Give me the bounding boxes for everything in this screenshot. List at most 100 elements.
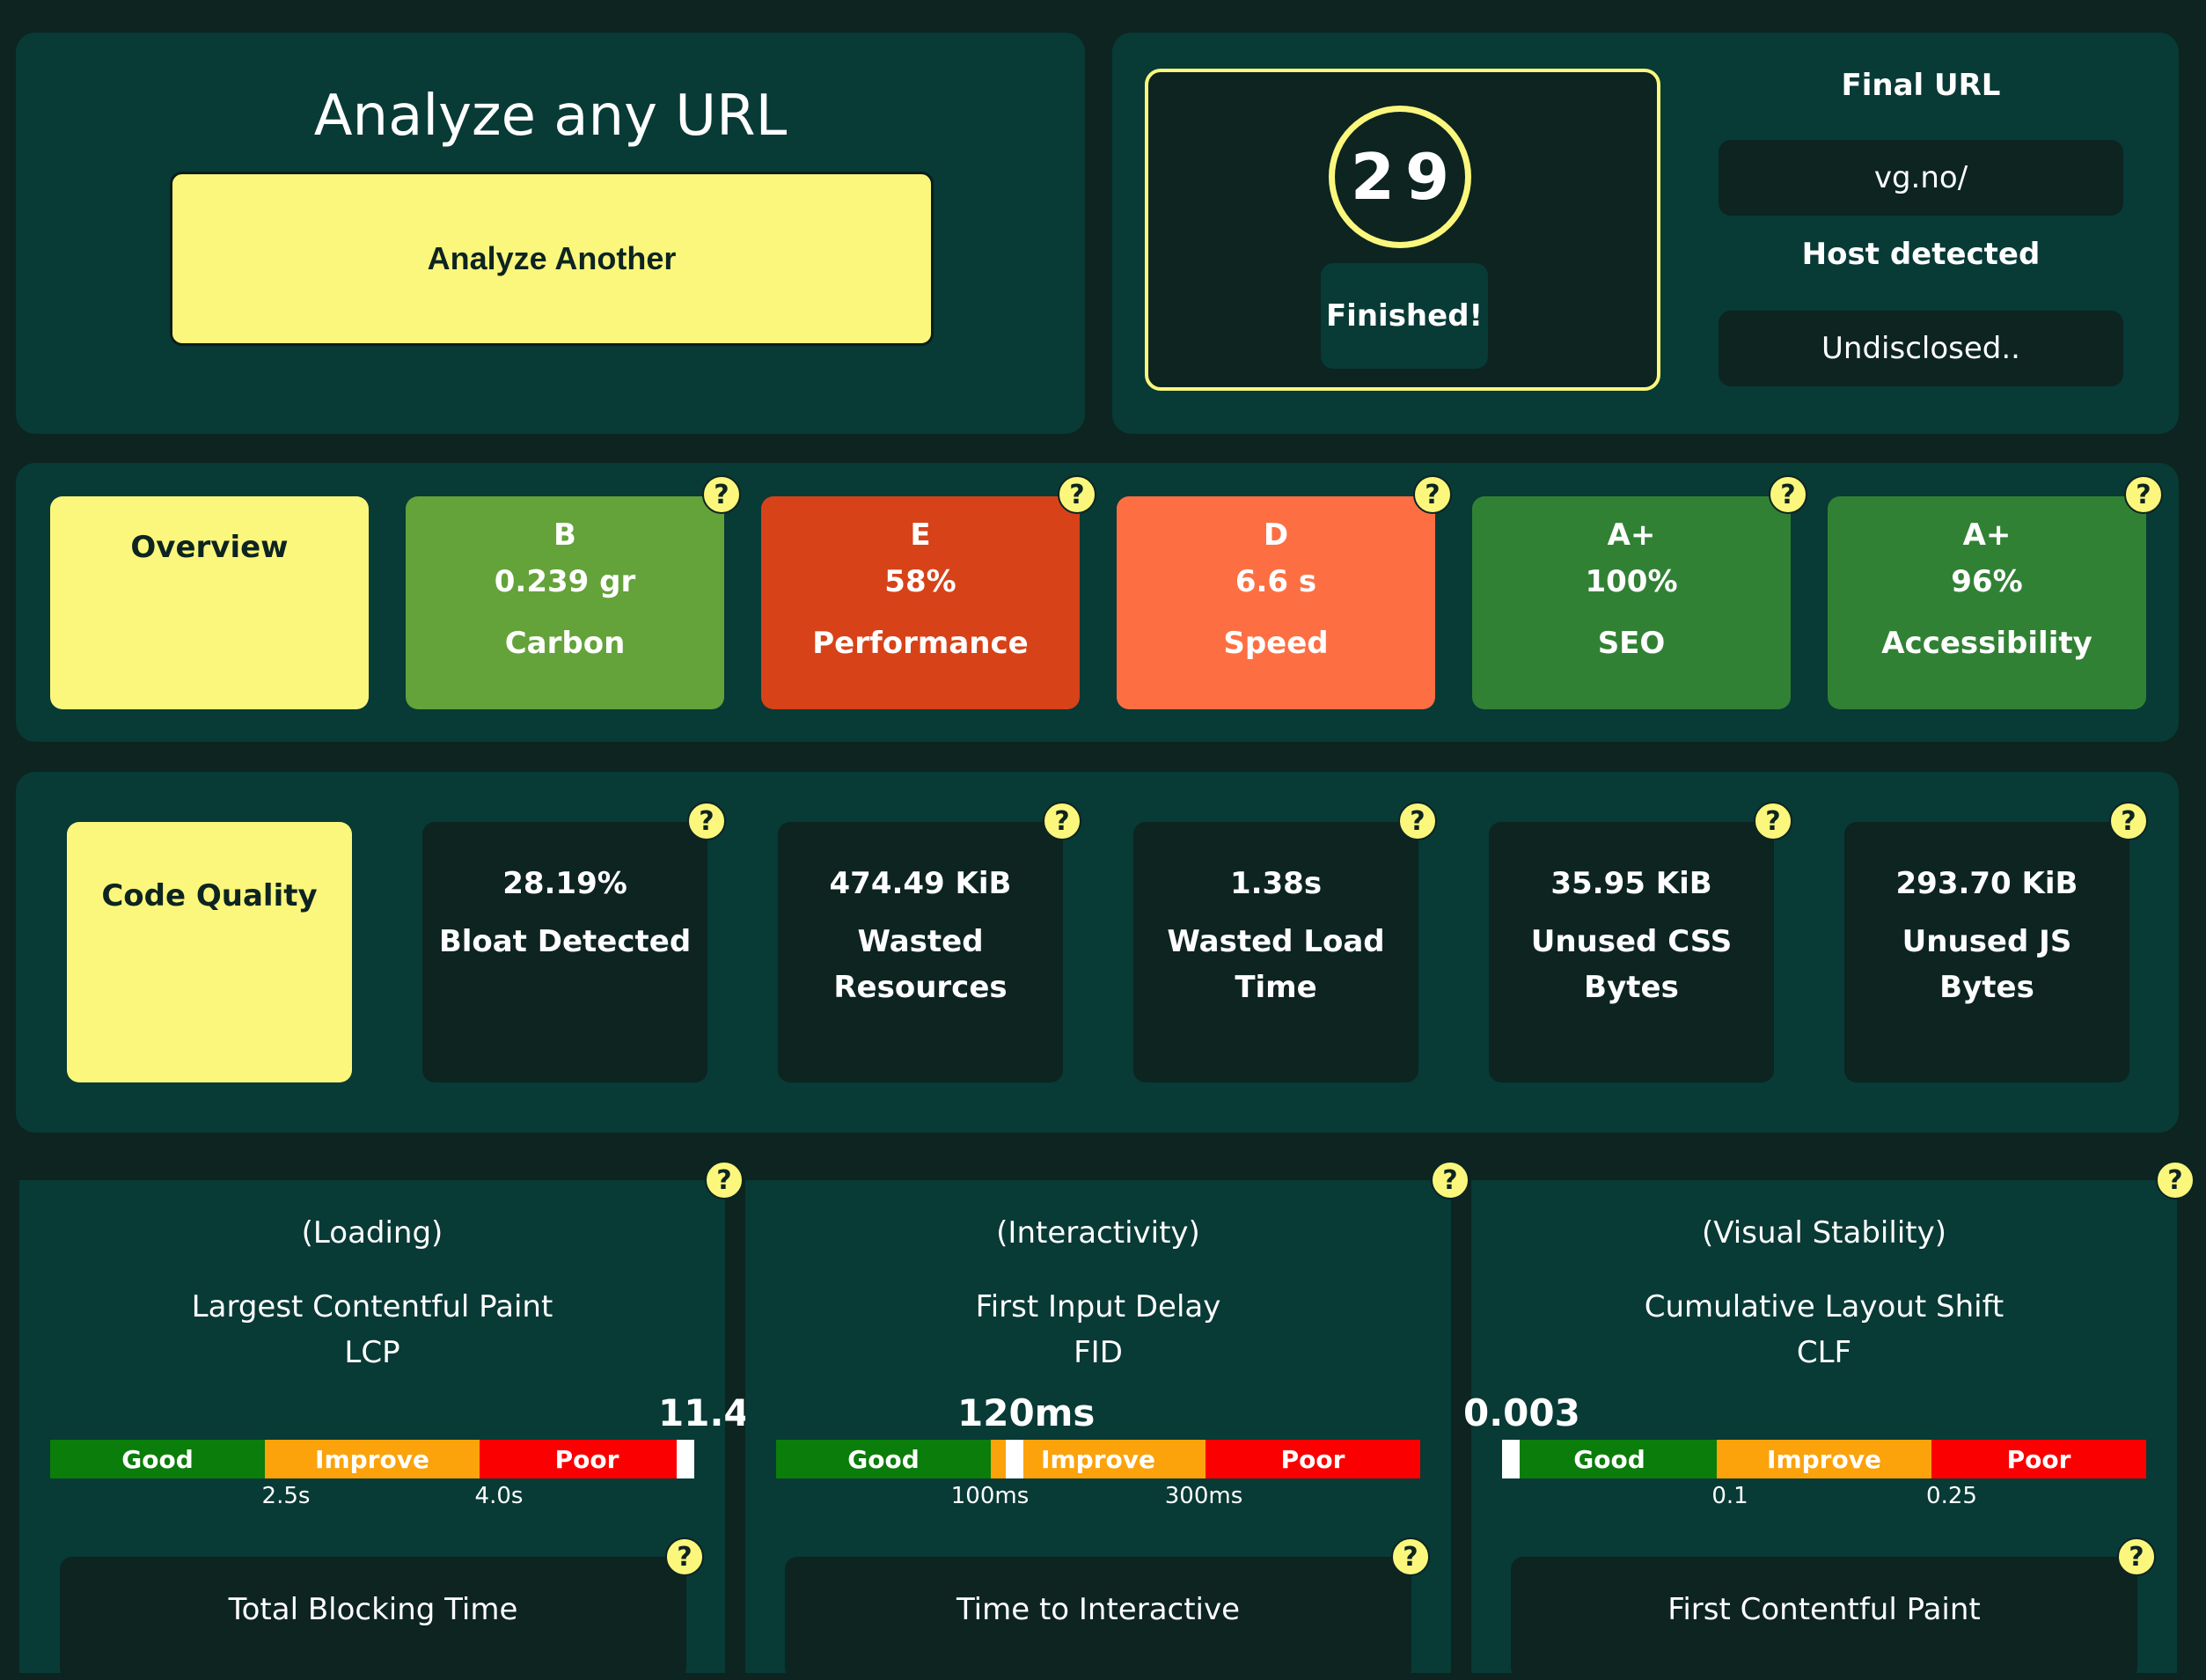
wasted-resources-value: 474.49 KiB: [829, 866, 1012, 901]
carbon-card[interactable]: B 0.239 gr Carbon: [406, 496, 724, 709]
analyze-another-button[interactable]: Analyze Another: [170, 172, 934, 346]
cls-tick-2: 0.25: [1926, 1483, 1977, 1509]
accessibility-label: Accessibility: [1881, 626, 2092, 661]
unused-css-label: Unused CSS Bytes: [1530, 924, 1733, 1005]
fid-marker: [1005, 1440, 1023, 1478]
seo-card[interactable]: A+ 100% SEO: [1472, 496, 1791, 709]
code-quality-card[interactable]: Code Quality: [67, 822, 352, 1082]
speed-label: Speed: [1223, 626, 1329, 661]
fid-scale-bar: Good Improve Poor: [776, 1440, 1420, 1478]
cls-marker: [1502, 1440, 1520, 1478]
help-icon[interactable]: ?: [665, 1537, 704, 1576]
scale-improve: Improve: [265, 1440, 480, 1478]
seo-label: SEO: [1597, 626, 1666, 661]
unused-js-label: Unused JS Bytes: [1902, 924, 2072, 1005]
lcp-tick-1: 2.5s: [261, 1483, 311, 1509]
cls-category: (Visual Stability): [1702, 1215, 1946, 1251]
scale-good: Good: [50, 1440, 265, 1478]
lcp-category: (Loading): [301, 1215, 443, 1251]
fid-category: (Interactivity): [996, 1215, 1200, 1251]
accessibility-card[interactable]: A+ 96% Accessibility: [1828, 496, 2146, 709]
cls-abbr: CLF: [1796, 1335, 1852, 1370]
fid-panel: (Interactivity) First Input Delay FID 12…: [745, 1180, 1451, 1680]
seo-value: 100%: [1585, 564, 1678, 599]
score-box: 29 Finished!: [1145, 69, 1660, 391]
tbt-card: Total Blocking Time: [60, 1557, 686, 1680]
scale-poor: Poor: [1931, 1440, 2146, 1478]
wasted-load-time-card: 1.38s Wasted Load Time: [1133, 822, 1418, 1082]
help-icon[interactable]: ?: [1413, 475, 1452, 514]
overview-card[interactable]: Overview: [50, 496, 369, 709]
help-icon[interactable]: ?: [687, 802, 726, 840]
help-icon[interactable]: ?: [1769, 475, 1807, 514]
performance-value: 58%: [884, 564, 956, 599]
help-icon[interactable]: ?: [702, 475, 741, 514]
help-icon[interactable]: ?: [1431, 1161, 1469, 1199]
cls-name: Cumulative Layout Shift: [1644, 1289, 2004, 1324]
performance-card[interactable]: E 58% Performance: [761, 496, 1080, 709]
lcp-tick-2: 4.0s: [474, 1483, 524, 1509]
wasted-load-time-label: Wasted Load Time: [1167, 924, 1385, 1005]
seo-grade: A+: [1607, 517, 1656, 553]
lcp-name: Largest Contentful Paint: [191, 1289, 553, 1324]
performance-label: Performance: [812, 626, 1029, 661]
lcp-panel: (Loading) Largest Contentful Paint LCP 1…: [19, 1180, 772, 1680]
performance-grade: E: [910, 517, 931, 553]
code-quality-panel: Code Quality 28.19% Bloat Detected ? 474…: [16, 772, 2179, 1133]
carbon-grade: B: [553, 517, 576, 553]
score-circle: 29: [1329, 106, 1471, 248]
help-icon[interactable]: ?: [1043, 802, 1081, 840]
fid-tick-2: 300ms: [1164, 1483, 1243, 1509]
fid-tick-1: 100ms: [950, 1483, 1030, 1509]
help-icon[interactable]: ?: [2156, 1161, 2195, 1199]
speed-grade: D: [1263, 517, 1289, 553]
help-icon[interactable]: ?: [2109, 802, 2148, 840]
final-url-label: Final URL: [1841, 68, 2001, 103]
fcp-card: First Contentful Paint: [1511, 1557, 2137, 1680]
lcp-marker: [677, 1440, 694, 1478]
help-icon[interactable]: ?: [705, 1161, 744, 1199]
wasted-load-time-value: 1.38s: [1229, 866, 1323, 901]
scale-improve: Improve: [1717, 1440, 1931, 1478]
scale-poor: Poor: [1206, 1440, 1420, 1478]
tti-card: Time to Interactive: [785, 1557, 1411, 1680]
fcp-title: First Contentful Paint: [1667, 1592, 1981, 1627]
tti-title: Time to Interactive: [956, 1592, 1241, 1627]
lcp-abbr: LCP: [344, 1335, 400, 1370]
scores-panel: Overview B 0.239 gr Carbon ? E 58% Perfo…: [16, 463, 2179, 742]
fid-abbr: FID: [1074, 1335, 1123, 1370]
wasted-resources-label: Wasted Resources: [833, 924, 1008, 1005]
help-icon[interactable]: ?: [2124, 475, 2163, 514]
bloat-card: 28.19% Bloat Detected: [422, 822, 707, 1082]
scale-good: Good: [1502, 1440, 1717, 1478]
cls-value: 0.003: [1463, 1391, 1580, 1434]
unused-js-card: 293.70 KiB Unused JS Bytes: [1844, 822, 2129, 1082]
help-icon[interactable]: ?: [1754, 802, 1792, 840]
unused-css-value: 35.95 KiB: [1550, 866, 1712, 901]
help-icon[interactable]: ?: [1058, 475, 1096, 514]
fid-name: First Input Delay: [975, 1289, 1221, 1324]
help-icon[interactable]: ?: [1391, 1537, 1430, 1576]
accessibility-grade: A+: [1962, 517, 2012, 553]
cls-panel: (Visual Stability) Cumulative Layout Shi…: [1463, 1180, 2177, 1680]
unused-js-value: 293.70 KiB: [1895, 866, 2078, 901]
accessibility-value: 96%: [1951, 564, 2023, 599]
scale-poor: Poor: [480, 1440, 694, 1478]
speed-card[interactable]: D 6.6 s Speed: [1117, 496, 1435, 709]
help-icon[interactable]: ?: [2117, 1537, 2156, 1576]
cls-tick-1: 0.1: [1711, 1483, 1748, 1509]
bloat-value: 28.19%: [502, 866, 627, 901]
speed-value: 6.6 s: [1235, 564, 1317, 599]
help-icon[interactable]: ?: [1398, 802, 1437, 840]
lcp-scale-bar: Good Improve Poor: [50, 1440, 694, 1478]
wasted-resources-card: 474.49 KiB Wasted Resources: [778, 822, 1063, 1082]
host-detected-label: Host detected: [1801, 237, 2041, 272]
status-badge: Finished!: [1321, 263, 1488, 369]
result-panel: 29 Finished! Final URL vg.no/ Host detec…: [1112, 33, 2179, 434]
final-url-value: vg.no/: [1719, 140, 2123, 216]
scale-good: Good: [776, 1440, 991, 1478]
carbon-label: Carbon: [504, 626, 626, 661]
carbon-value: 0.239 gr: [494, 564, 636, 599]
analyze-panel: Analyze any URL Analyze Another: [16, 33, 1085, 434]
cls-scale-bar: Good Improve Poor: [1502, 1440, 2146, 1478]
